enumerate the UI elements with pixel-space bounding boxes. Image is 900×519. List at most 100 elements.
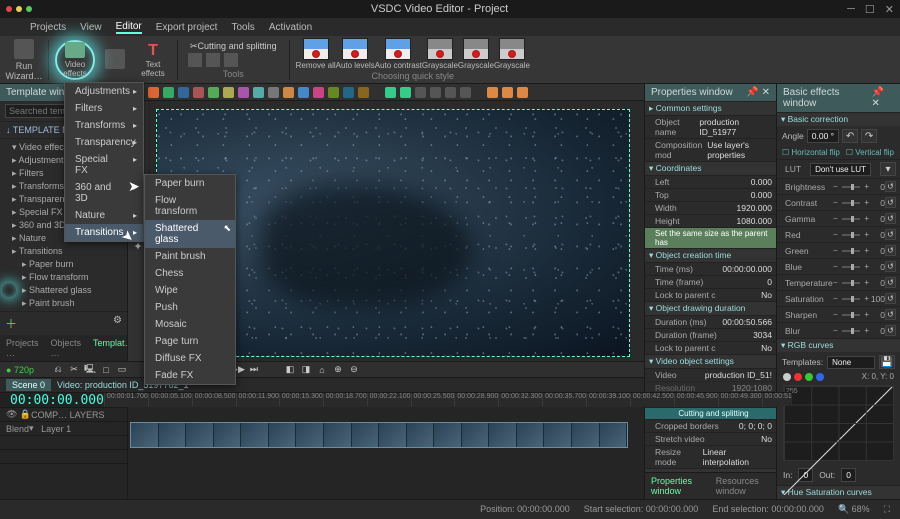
menu-item[interactable]: Transforms▸ [65,117,143,134]
tree-item[interactable]: ▸ Transitions [4,245,127,258]
tree-item[interactable]: ▸ Paper burn [4,258,127,271]
style-remove-all[interactable]: Remove all [296,38,336,70]
timeline-ruler[interactable]: 00:00:01.70000:00:05.10000:00:08.50000:0… [104,392,792,406]
tool-icon[interactable] [178,87,189,98]
rgb-dot-all[interactable] [783,373,791,381]
style-grayscale2[interactable]: Grayscale [458,38,494,70]
skip-end-icon[interactable]: ⏭ [248,364,260,376]
maximize-icon[interactable]: ☐ [865,3,875,16]
pin-icon[interactable]: 📌 ✕ [746,87,770,98]
angle-input[interactable]: 0.00 ° [807,129,839,143]
undo-icon[interactable] [385,87,396,98]
slider[interactable] [842,250,861,252]
slider[interactable] [842,234,861,236]
menu-item[interactable]: Paint brush [145,248,235,265]
tool-icon[interactable]: ⌂ [316,364,328,376]
tool-icon[interactable] [193,87,204,98]
tool-icon[interactable]: □ [100,364,112,376]
tree-item[interactable]: ▸ Shattered glass [4,284,127,297]
tool-icon[interactable] [517,87,528,98]
menu-activation[interactable]: Activation [269,22,312,33]
audio-effects-button[interactable] [97,38,133,82]
same-size-button[interactable]: Set the same size as the parent has [645,227,776,248]
tool-icon[interactable]: ◧ [284,364,296,376]
tool-icon[interactable] [188,53,202,67]
tab-properties[interactable]: Properties window [645,473,710,499]
menu-item[interactable]: Page turn [145,333,235,350]
minimize-icon[interactable]: ─ [847,3,855,16]
reset-icon[interactable]: ↺ [885,197,896,208]
menu-item[interactable]: Flow transform [145,192,235,220]
tool-icon[interactable]: ⎌ [52,364,64,376]
slider[interactable] [842,202,861,204]
menu-item[interactable]: Transparency▸ [65,134,143,151]
section-rgb[interactable]: ▾ RGB curves [777,338,900,352]
tool-icon[interactable] [253,87,264,98]
style-auto-contrast[interactable]: Auto contrast [375,38,422,70]
menu-view[interactable]: View [80,22,102,33]
reset-icon[interactable]: ↺ [885,229,896,240]
tree-item[interactable]: ▸ Paint brush [4,297,127,310]
zoom-indicator[interactable]: 🔍 68% [838,504,870,515]
cutsplit-button[interactable]: Cutting and splitting [645,407,776,419]
slider[interactable] [842,282,861,284]
menu-projects[interactable]: Projects [30,22,66,33]
style-grayscale[interactable]: Grayscale [422,38,458,70]
templates-select[interactable]: None [827,356,875,369]
tool-icon[interactable] [206,53,220,67]
menu-editor[interactable]: Editor [116,21,142,34]
tool-icon[interactable] [163,87,174,98]
section-drawdur[interactable]: ▾ Object drawing duration [645,301,776,315]
menu-tools[interactable]: Tools [231,22,254,33]
tool-icon[interactable] [224,53,238,67]
res-indicator[interactable]: ● 720p [6,365,34,375]
section-creation[interactable]: ▾ Object creation time [645,248,776,262]
tool-icon[interactable] [283,87,294,98]
slider[interactable] [842,186,861,188]
menu-export[interactable]: Export project [156,22,218,33]
tool-icon[interactable]: 🖳 [84,364,96,376]
reset-icon[interactable]: ↺ [885,213,896,224]
text-effects-button[interactable]: TText effects [135,38,171,82]
reset-icon[interactable]: ↺ [885,245,896,256]
gear-icon[interactable]: ⚙ [113,315,122,332]
pin-icon[interactable]: 📌 ✕ [871,87,894,109]
tool-icon[interactable] [502,87,513,98]
tool-icon[interactable] [460,87,471,98]
slider[interactable] [842,266,861,268]
expand-icon[interactable]: ⛶ [884,504,890,515]
tree-item[interactable]: ▸ Flow transform [4,271,127,284]
reset-icon[interactable]: ↺ [885,261,896,272]
tool-icon[interactable] [148,87,159,98]
slider[interactable] [842,218,861,220]
rgb-dot-g[interactable] [805,373,813,381]
menu-item[interactable]: Fade FX [145,367,235,384]
slider[interactable] [842,314,861,316]
reset-icon[interactable]: ↺ [885,181,896,192]
menu-item[interactable]: Mosaic [145,316,235,333]
cutsplit-label[interactable]: ✂Cutting and splitting [184,41,283,52]
tool-icon[interactable] [415,87,426,98]
tool-icon[interactable] [343,87,354,98]
video-effects-button[interactable]: Video effects [55,40,95,80]
tab-resources[interactable]: Resources window [710,473,776,499]
tool-icon[interactable] [238,87,249,98]
add-button[interactable]: ＋ [5,315,17,332]
redo-icon[interactable] [400,87,411,98]
reset-icon[interactable]: ↺ [885,293,896,304]
tool-icon[interactable] [268,87,279,98]
style-auto-levels[interactable]: Auto levels [336,38,375,70]
tool-icon[interactable]: ⊕ [332,364,344,376]
menu-item[interactable]: Push [145,299,235,316]
style-grayscale3[interactable]: Grayscale [494,38,530,70]
section-video-obj[interactable]: ▾ Video object settings [645,354,776,368]
section-common[interactable]: ▸ Common settings [645,101,776,115]
tool-icon[interactable]: ⊖ [348,364,360,376]
menu-item[interactable]: Chess [145,265,235,282]
tool-icon[interactable]: ▭ [116,364,128,376]
tool-icon[interactable] [445,87,456,98]
tool-icon[interactable] [430,87,441,98]
lut-browse[interactable]: ▾ [880,162,896,176]
rgb-dot-b[interactable] [816,373,824,381]
save-icon[interactable]: 💾 [879,355,895,369]
